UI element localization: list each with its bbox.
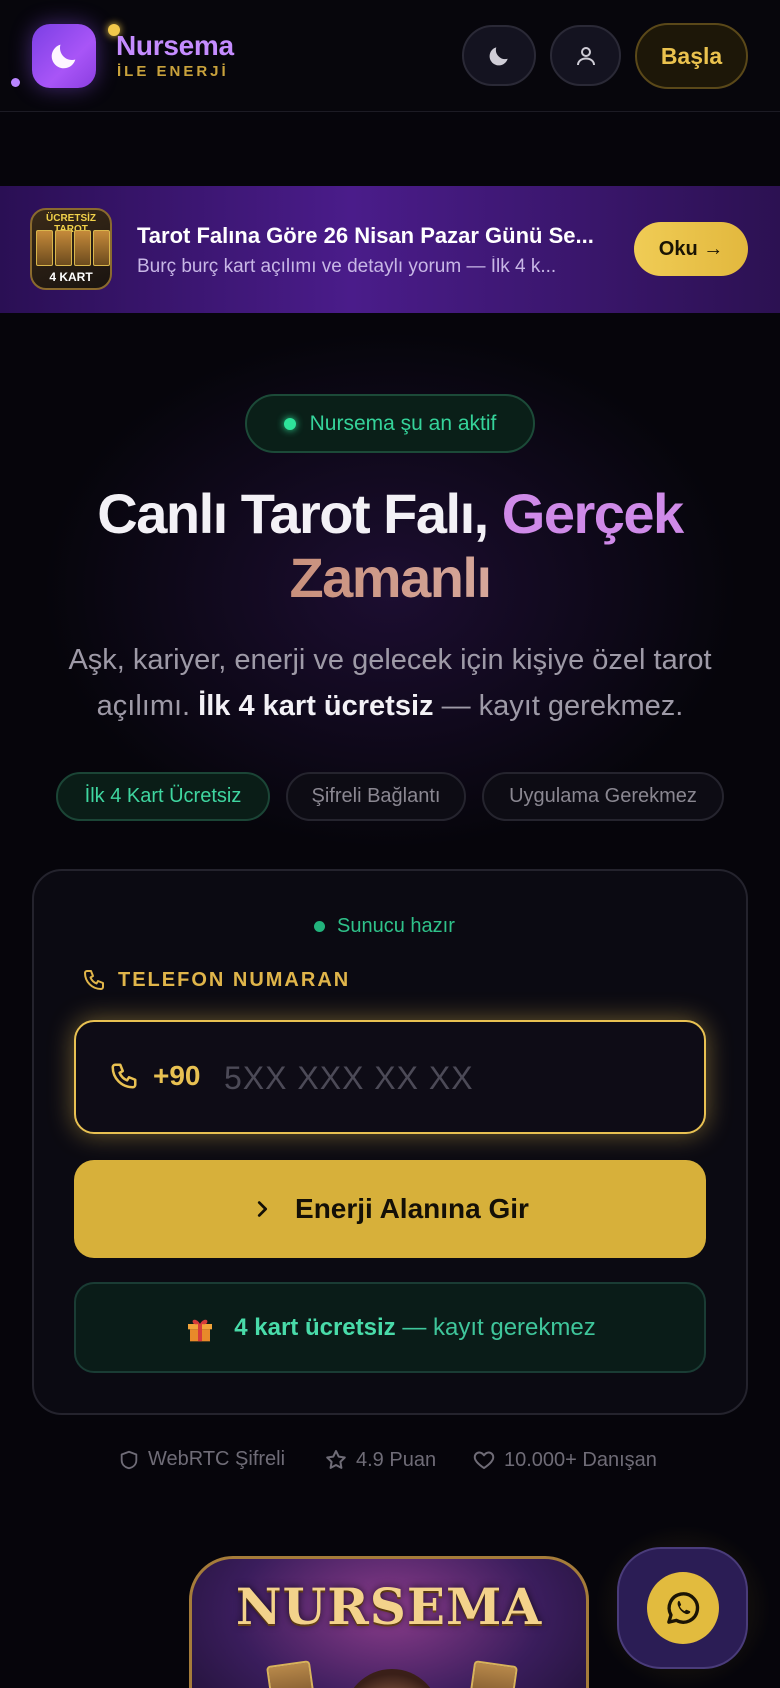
hero-title-part1: Canlı Tarot Falı, (97, 482, 502, 545)
app-header: Nursema İLE ENERJİ Başla (0, 0, 780, 112)
moon-icon (51, 44, 76, 69)
server-status: Sunucu hazır (314, 915, 455, 938)
trust-webrtc: WebRTC Şifreli (118, 1448, 285, 1471)
trust-clients-text: 10.000+ Danışan (504, 1448, 657, 1471)
hero-title: Canlı Tarot Falı, Gerçek Zamanlı (40, 482, 740, 610)
online-dot-icon (283, 417, 296, 430)
tag-free-cards: İlk 4 Kart Ücretsiz (56, 772, 270, 821)
server-status-text: Sunucu hazır (337, 915, 455, 937)
tarot-card-image (93, 230, 110, 266)
logo-sparkle-small (11, 78, 20, 87)
phone-field[interactable]: +90 (74, 1020, 706, 1134)
start-button[interactable]: Başla (635, 23, 748, 89)
phone-input[interactable] (224, 1052, 664, 1104)
theme-toggle-button[interactable] (462, 25, 536, 86)
trust-clients: 10.000+ Danışan (472, 1448, 657, 1472)
star-icon (326, 1450, 346, 1469)
reader-portrait (344, 1669, 440, 1688)
whatsapp-icon-circle (646, 1572, 719, 1644)
whatsapp-icon (666, 1592, 699, 1624)
chevron-right-icon (257, 1201, 268, 1217)
moon-icon (489, 46, 508, 65)
free-notice-bold: 4 kart ücretsiz (234, 1313, 396, 1341)
account-button[interactable] (550, 25, 621, 86)
free-cards-notice: 4 kart ücretsiz — kayıt gerekmez (74, 1282, 706, 1373)
trust-rating-text: 4.9 Puan (356, 1448, 437, 1471)
free-notice-text: 4 kart ücretsiz — kayıt gerekmez (234, 1314, 595, 1342)
server-dot-icon (314, 921, 325, 932)
tarot-card-image (466, 1660, 518, 1688)
thumbnail-bottom-text: 4 KART (49, 270, 93, 284)
hero-desc-part2: — kayıt gerekmez. (433, 690, 684, 722)
hero-title-highlight: Gerçek (501, 482, 684, 545)
whatsapp-button[interactable] (617, 1547, 748, 1669)
free-notice-rest: — kayıt gerekmez (395, 1313, 596, 1341)
phone-label: TELEFON NUMARAN (82, 968, 350, 992)
online-status-badge: Nursema şu an aktif (245, 394, 535, 453)
gift-icon (188, 1319, 213, 1341)
trust-rating: 4.9 Puan (324, 1448, 436, 1472)
brand-name: Nursema (116, 30, 234, 61)
promo-subtitle: Burç burç kart açılımı ve detaylı yorum … (137, 256, 557, 277)
trust-webrtc-text: WebRTC Şifreli (148, 1448, 286, 1470)
tarot-card-image (266, 1660, 318, 1688)
phone-icon (111, 1063, 137, 1089)
shield-icon (120, 1450, 138, 1469)
online-status-text: Nursema şu an aktif (309, 411, 497, 435)
enter-energy-button[interactable]: Enerji Alanına Gir (74, 1160, 706, 1258)
hero-title-gradient: Zamanlı (289, 546, 492, 609)
promo-title[interactable]: Tarot Falına Göre 26 Nisan Pazar Günü Se… (137, 223, 607, 249)
brand-tagline: İLE ENERJİ (117, 63, 229, 80)
tag-no-app: Uygulama Gerekmez (482, 772, 724, 821)
showcase-image-word: NURSEMA (235, 1577, 543, 1636)
nursema-showcase-image: NURSEMA (189, 1556, 589, 1688)
tarot-card-image (55, 230, 72, 266)
hero-description: Aşk, kariyer, enerji ve gelecek için kiş… (30, 637, 750, 729)
promo-thumbnail: ÜCRETSİZ TAROT 4 KART (30, 208, 112, 290)
tarot-card-image (74, 230, 91, 266)
tag-encrypted: Şifreli Bağlantı (286, 772, 466, 821)
logo-badge[interactable] (32, 24, 96, 88)
heart-icon (473, 1451, 495, 1469)
user-icon (576, 46, 595, 65)
phone-label-text: TELEFON NUMARAN (118, 968, 351, 991)
read-button[interactable]: Oku → (634, 222, 748, 276)
phone-icon (84, 970, 104, 990)
country-code: +90 (153, 1060, 201, 1091)
hero-desc-bold: İlk 4 kart ücretsiz (198, 690, 434, 722)
tarot-card-image (36, 230, 53, 266)
enter-button-label: Enerji Alanına Gir (295, 1193, 529, 1224)
